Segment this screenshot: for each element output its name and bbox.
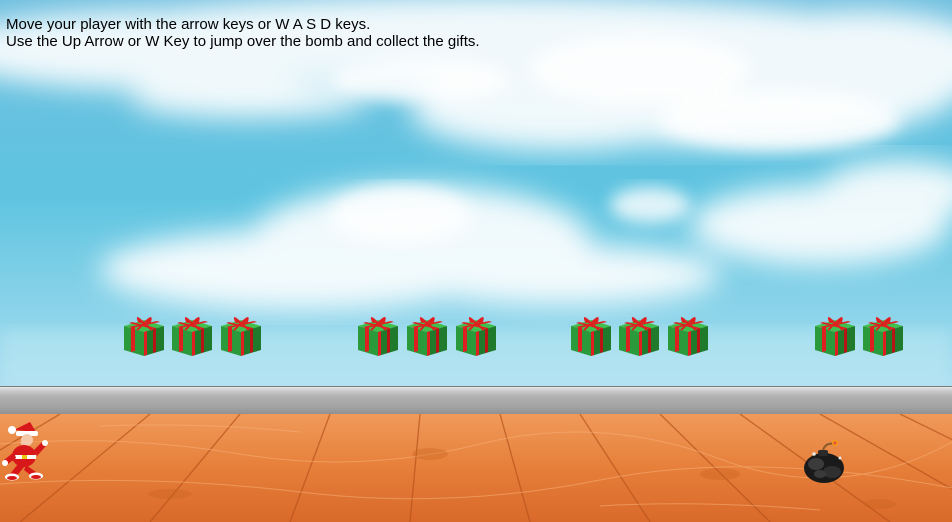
instruction-line-jump: Use the Up Arrow or W Key to jump over t… [6,33,480,50]
gift-box-icon [124,317,164,356]
gift-box-icon [407,317,447,356]
gift-box-icon [221,317,261,356]
bomb-icon [804,440,844,483]
santa-runner-icon [2,422,48,481]
gift-box-icon [619,317,659,356]
gift-box-icon [456,317,496,356]
gift-box-icon [863,317,903,356]
instructions-text: Move your player with the arrow keys or … [6,16,480,50]
gift-box-icon [815,317,855,356]
gift-box-icon [668,317,708,356]
gift-box-icon [571,317,611,356]
gift-box-icon [172,317,212,356]
game-canvas[interactable]: Move your player with the arrow keys or … [0,0,952,522]
instruction-line-move: Move your player with the arrow keys or … [6,16,371,33]
gift-box-icon [358,317,398,356]
wall-rail [0,386,952,415]
